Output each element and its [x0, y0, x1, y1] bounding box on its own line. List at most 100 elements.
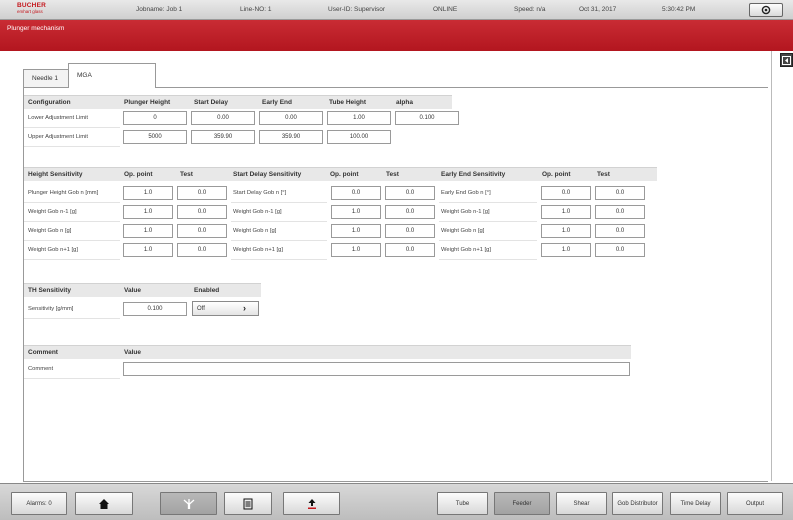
column-op-point: Op. point: [124, 171, 153, 178]
panel-collapse-icon: [782, 55, 791, 65]
row-label: Weight Gob n+1 [g]: [441, 247, 492, 253]
upper-plunger-height-input[interactable]: 5000: [123, 130, 187, 144]
page-title: Plunger mechanism: [7, 25, 65, 32]
early-end-test-input[interactable]: 0.0: [595, 243, 645, 257]
row-label: Weight Gob n-1 [g]: [441, 209, 490, 215]
equalize-icon: [243, 498, 253, 509]
comment-input[interactable]: [123, 362, 630, 376]
start-delay-op-point-input[interactable]: 0.0: [331, 186, 381, 200]
height-test-input[interactable]: 0.0: [177, 224, 227, 238]
column-test: Test: [180, 171, 193, 178]
row-divider: [439, 202, 537, 203]
row-divider: [24, 146, 120, 147]
configuration-header-row: Configuration Plunger Height Start Delay…: [24, 95, 452, 109]
height-op-point-input[interactable]: 1.0: [123, 186, 173, 200]
early-end-test-input[interactable]: 0.0: [595, 224, 645, 238]
plunger-icon: [183, 498, 194, 509]
start-delay-op-point-input[interactable]: 1.0: [331, 243, 381, 257]
user-id-label: User-ID: Supervisor: [328, 6, 386, 13]
height-sensitivity-header: Height Sensitivity: [28, 171, 83, 178]
tab-content: Configuration Plunger Height Start Delay…: [23, 87, 768, 482]
th-sensitivity-header: TH Sensitivity: [28, 287, 71, 294]
th-sensitivity-header-row: TH Sensitivity Value Enabled: [24, 283, 261, 297]
output-button[interactable]: Output: [727, 492, 783, 515]
alarms-button[interactable]: Alarms: 0: [11, 492, 67, 515]
tube-button[interactable]: Tube: [437, 492, 488, 515]
plunger-mechanism-button[interactable]: [160, 492, 217, 515]
row-divider: [231, 221, 327, 222]
height-op-point-input[interactable]: 1.0: [123, 224, 173, 238]
upper-start-delay-input[interactable]: 359.90: [191, 130, 255, 144]
early-end-test-input[interactable]: 0.0: [595, 205, 645, 219]
column-op-point: Op. point: [542, 171, 571, 178]
panel-divider: [771, 51, 772, 481]
tab-needle-1[interactable]: Needle 1: [23, 69, 69, 87]
row-label-upper-limit: Upper Adjustment Limit: [28, 134, 88, 140]
shear-button[interactable]: Shear: [556, 492, 607, 515]
height-op-point-input[interactable]: 1.0: [123, 205, 173, 219]
chevron-right-icon: ›: [243, 303, 246, 313]
upper-tube-height-input[interactable]: 100.00: [327, 130, 391, 144]
column-early-end: Early End: [262, 99, 292, 106]
row-divider: [24, 259, 120, 260]
column-start-delay: Start Delay: [194, 99, 228, 106]
upper-early-end-input[interactable]: 359.90: [259, 130, 323, 144]
column-plunger-height: Plunger Height: [124, 99, 171, 106]
tab-mga[interactable]: MGA: [68, 63, 156, 88]
early-end-op-point-input[interactable]: 1.0: [541, 243, 591, 257]
comment-header-row: Comment Value: [24, 345, 631, 359]
side-panel-toggle-button[interactable]: [780, 53, 793, 67]
start-delay-test-input[interactable]: 0.0: [385, 224, 435, 238]
row-label: Weight Gob n [g]: [28, 228, 72, 234]
early-end-op-point-input[interactable]: 0.0: [541, 186, 591, 200]
row-divider: [231, 259, 327, 260]
row-divider: [24, 221, 120, 222]
early-end-op-point-input[interactable]: 1.0: [541, 224, 591, 238]
column-alpha: alpha: [396, 99, 413, 106]
row-label: Weight Gob n [g]: [233, 228, 277, 234]
gear-icon: [761, 5, 771, 15]
column-test: Test: [597, 171, 610, 178]
start-delay-op-point-input[interactable]: 1.0: [331, 205, 381, 219]
th-sensitivity-enabled-toggle[interactable]: Off ›: [192, 301, 259, 316]
early-end-sensitivity-header: Early End Sensitivity: [441, 171, 506, 178]
height-test-input[interactable]: 0.0: [177, 186, 227, 200]
gob-distributor-button[interactable]: Gob Distributor: [612, 492, 663, 515]
lower-early-end-input[interactable]: 0.00: [259, 111, 323, 125]
row-divider: [24, 378, 120, 379]
bottom-navigation-bar: Alarms: 0 Tube Feeder Shear Gob Distribu…: [0, 483, 793, 520]
lower-alpha-input[interactable]: 0.100: [395, 111, 459, 125]
settings-button[interactable]: [749, 3, 783, 17]
th-sensitivity-value-input[interactable]: 0.100: [123, 302, 187, 316]
height-test-input[interactable]: 0.0: [177, 243, 227, 257]
early-end-op-point-input[interactable]: 1.0: [541, 205, 591, 219]
row-divider: [231, 202, 327, 203]
lower-start-delay-input[interactable]: 0.00: [191, 111, 255, 125]
toggle-state-label: Off: [197, 305, 205, 312]
lower-plunger-height-input[interactable]: 0: [123, 111, 187, 125]
column-test: Test: [386, 171, 399, 178]
column-tube-height: Tube Height: [329, 99, 367, 106]
home-icon: [99, 498, 109, 509]
logo-subtext: emhart glass: [17, 9, 43, 14]
lower-tube-height-input[interactable]: 1.00: [327, 111, 391, 125]
row-divider: [439, 221, 537, 222]
feeder-button[interactable]: Feeder: [494, 492, 550, 515]
comment-header: Comment: [28, 349, 58, 356]
upload-button[interactable]: [283, 492, 340, 515]
early-end-test-input[interactable]: 0.0: [595, 186, 645, 200]
row-label: Plunger Height Gob n [mm]: [28, 190, 99, 196]
row-divider: [24, 127, 120, 128]
row-divider: [24, 318, 120, 319]
time-delay-button[interactable]: Time Delay: [670, 492, 721, 515]
row-label-th-sensitivity: Sensitivity [g/mm]: [28, 306, 74, 312]
start-delay-test-input[interactable]: 0.0: [385, 243, 435, 257]
height-op-point-input[interactable]: 1.0: [123, 243, 173, 257]
equalize-button[interactable]: [224, 492, 272, 515]
height-test-input[interactable]: 0.0: [177, 205, 227, 219]
start-delay-test-input[interactable]: 0.0: [385, 205, 435, 219]
home-button[interactable]: [75, 492, 133, 515]
column-value: Value: [124, 287, 141, 294]
start-delay-test-input[interactable]: 0.0: [385, 186, 435, 200]
start-delay-op-point-input[interactable]: 1.0: [331, 224, 381, 238]
